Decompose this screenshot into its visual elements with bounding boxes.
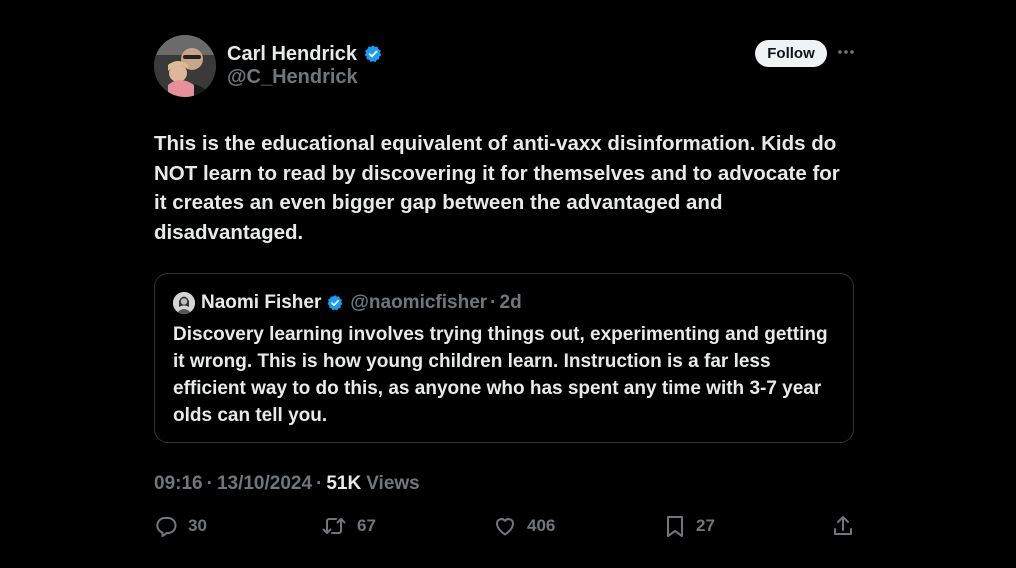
bookmark-count: 27 xyxy=(696,516,715,535)
quoted-author-avatar[interactable] xyxy=(173,292,195,314)
quoted-tweet-text: Discovery learning involves trying thing… xyxy=(173,324,828,426)
quoted-tweet[interactable]: Naomi Fisher @naomicfisher · 2d Discover… xyxy=(154,273,854,443)
reply-count: 30 xyxy=(188,516,207,535)
quoted-verified-badge-icon xyxy=(326,294,344,312)
repost-count: 67 xyxy=(357,516,376,535)
quoted-author-display-name[interactable]: Naomi Fisher xyxy=(201,292,321,314)
follow-button[interactable]: Follow xyxy=(755,40,827,67)
like-button[interactable]: 406 xyxy=(493,512,555,540)
tweet-time[interactable]: 09:16 xyxy=(154,473,203,495)
quoted-timestamp[interactable]: 2d xyxy=(500,292,522,314)
verified-badge-icon[interactable] xyxy=(363,44,383,64)
repost-button[interactable]: 67 xyxy=(321,512,376,540)
tweet-date[interactable]: 13/10/2024 xyxy=(217,473,312,495)
views-count: 51K xyxy=(326,473,362,494)
quoted-author-handle[interactable]: @naomicfisher xyxy=(350,292,487,314)
author-display-name[interactable]: Carl Hendrick xyxy=(227,43,357,66)
author-handle[interactable]: @C_Hendrick xyxy=(227,66,358,89)
meta-separator: · xyxy=(316,473,323,494)
bookmark-button[interactable]: 27 xyxy=(664,512,715,540)
tweet: Carl Hendrick @C_Hendrick Follow This is… xyxy=(0,0,1016,568)
reply-button[interactable]: 30 xyxy=(154,512,207,540)
tweet-meta: 09:16 · 13/10/2024 · 51K Views xyxy=(154,473,420,495)
repost-icon xyxy=(321,514,347,538)
share-icon xyxy=(831,514,855,538)
views-label: Views xyxy=(366,473,420,494)
like-count: 406 xyxy=(527,516,556,535)
more-options-icon[interactable] xyxy=(836,42,856,62)
share-button[interactable] xyxy=(831,512,855,540)
author-avatar[interactable] xyxy=(154,35,216,97)
quoted-separator: · xyxy=(490,292,497,313)
meta-separator: · xyxy=(206,473,213,494)
reply-icon xyxy=(154,514,178,538)
bookmark-icon xyxy=(664,514,686,538)
heart-icon xyxy=(493,514,517,538)
action-bar: 30 67 406 27 xyxy=(154,512,856,540)
author-name-row: Carl Hendrick xyxy=(227,41,383,67)
tweet-text: This is the educational equivalent of an… xyxy=(154,132,840,244)
quoted-tweet-header: Naomi Fisher @naomicfisher · 2d xyxy=(173,291,522,315)
